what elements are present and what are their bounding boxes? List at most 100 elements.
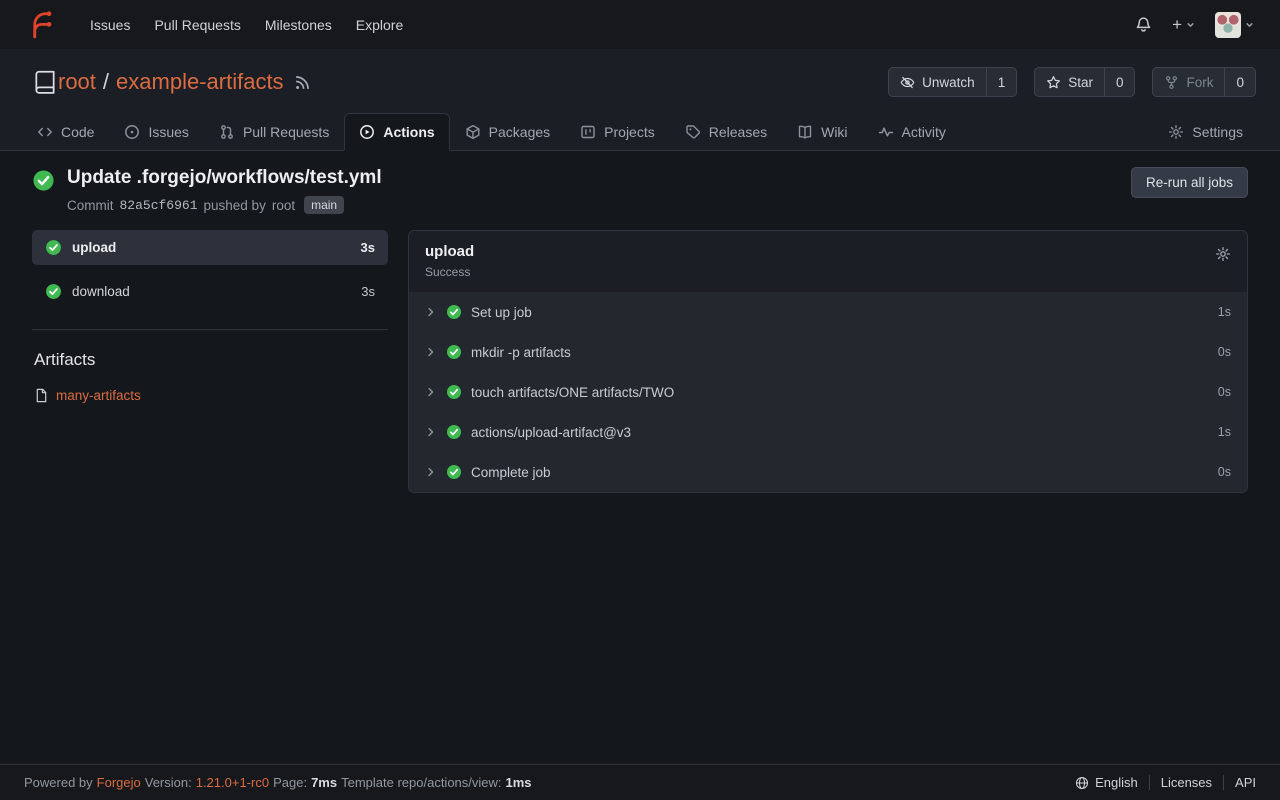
job-duration: 3s <box>361 240 375 255</box>
gear-icon <box>1168 124 1184 140</box>
notifications-button[interactable] <box>1135 16 1152 33</box>
stars-count[interactable]: 0 <box>1104 68 1135 96</box>
fork-button[interactable]: Fork 0 <box>1152 67 1256 97</box>
code-icon <box>37 124 53 140</box>
check-circle-icon <box>45 239 62 256</box>
job-name: upload <box>72 240 351 255</box>
chevron-right-icon <box>425 386 437 398</box>
job-options-button[interactable] <box>1215 246 1231 262</box>
language-label: English <box>1095 775 1138 790</box>
sidebar-divider <box>32 329 388 330</box>
tab-label: Code <box>61 124 94 140</box>
nav-link-explore[interactable]: Explore <box>344 0 415 49</box>
play-circle-icon <box>359 124 375 140</box>
language-selector[interactable]: English <box>1064 775 1149 790</box>
tab-packages[interactable]: Packages <box>450 113 565 151</box>
job-detail-panel: upload Success Set up j <box>408 230 1248 493</box>
project-board-icon <box>580 124 596 140</box>
actions-run-view: Update .forgejo/workflows/test.yml Commi… <box>0 151 1280 764</box>
tab-label: Actions <box>383 124 434 140</box>
artifact-link[interactable]: many-artifacts <box>56 388 141 403</box>
chevron-right-icon <box>425 306 437 318</box>
caret-down-icon <box>1245 20 1254 29</box>
plus-icon: + <box>1172 16 1182 33</box>
chevron-right-icon <box>425 346 437 358</box>
licenses-link[interactable]: Licenses <box>1149 775 1223 790</box>
footer-links: English Licenses API <box>1064 775 1256 790</box>
forgejo-logo-icon <box>26 10 56 40</box>
repo-action-buttons: Unwatch 1 Star 0 <box>888 67 1256 97</box>
check-circle-icon <box>446 424 462 440</box>
template-time-label: Template repo/actions/view: <box>341 775 501 790</box>
user-menu-dropdown[interactable] <box>1215 12 1254 38</box>
check-circle-icon <box>45 283 62 300</box>
forks-count[interactable]: 0 <box>1224 68 1255 96</box>
create-new-dropdown[interactable]: + <box>1172 16 1195 33</box>
fork-icon <box>1164 75 1179 90</box>
avatar <box>1215 12 1241 38</box>
tab-actions[interactable]: Actions <box>344 113 449 151</box>
step-row-touch-artifacts[interactable]: touch artifacts/ONE artifacts/TWO 0s <box>409 372 1247 412</box>
chevron-right-icon <box>425 466 437 478</box>
step-duration: 1s <box>1218 425 1231 439</box>
step-name: Complete job <box>471 465 551 480</box>
rss-button[interactable] <box>294 74 311 91</box>
job-duration: 3s <box>361 284 375 299</box>
tab-issues[interactable]: Issues <box>109 113 203 151</box>
issue-icon <box>124 124 140 140</box>
step-row-set-up-job[interactable]: Set up job 1s <box>409 292 1247 332</box>
pusher-link[interactable]: root <box>272 198 295 213</box>
unwatch-label: Unwatch <box>922 75 975 90</box>
repo-owner-link[interactable]: root <box>58 69 96 95</box>
tab-pull-requests[interactable]: Pull Requests <box>204 113 344 151</box>
forgejo-link[interactable]: Forgejo <box>97 775 141 790</box>
template-time-value: 1ms <box>506 775 532 790</box>
tab-activity[interactable]: Activity <box>863 113 961 151</box>
nav-link-pull-requests[interactable]: Pull Requests <box>142 0 252 49</box>
unwatch-button[interactable]: Unwatch 1 <box>888 67 1017 97</box>
nav-link-issues[interactable]: Issues <box>78 0 142 49</box>
run-header: Update .forgejo/workflows/test.yml Commi… <box>32 167 1248 214</box>
rerun-all-jobs-button[interactable]: Re-run all jobs <box>1131 167 1248 198</box>
artifacts-heading: Artifacts <box>34 350 388 370</box>
repo-name-link[interactable]: example-artifacts <box>116 69 284 95</box>
forgejo-logo[interactable] <box>26 10 56 40</box>
tab-settings[interactable]: Settings <box>1153 113 1258 151</box>
tag-icon <box>685 124 701 140</box>
gear-icon <box>1215 246 1231 262</box>
repo-icon <box>32 69 58 95</box>
tab-code[interactable]: Code <box>22 113 109 151</box>
caret-down-icon <box>1186 20 1195 29</box>
commit-sha-link[interactable]: 82a5cf6961 <box>120 198 198 213</box>
watchers-count[interactable]: 1 <box>986 68 1017 96</box>
eye-off-icon <box>900 75 915 90</box>
job-detail-status: Success <box>425 265 474 279</box>
run-title: Update .forgejo/workflows/test.yml <box>67 167 382 189</box>
step-row-upload-artifact[interactable]: actions/upload-artifact@v3 1s <box>409 412 1247 452</box>
tab-wiki[interactable]: Wiki <box>782 113 862 151</box>
star-label: Star <box>1068 75 1093 90</box>
check-circle-icon <box>446 304 462 320</box>
star-button[interactable]: Star 0 <box>1034 67 1135 97</box>
activity-icon <box>878 124 894 140</box>
footer-info: Powered by Forgejo Version: 1.21.0+1-rc0… <box>24 775 532 790</box>
api-link[interactable]: API <box>1223 775 1256 790</box>
tab-label: Settings <box>1192 124 1243 140</box>
powered-by-label: Powered by <box>24 775 93 790</box>
artifact-item[interactable]: many-artifacts <box>34 388 388 403</box>
nav-link-milestones[interactable]: Milestones <box>253 0 344 49</box>
tab-releases[interactable]: Releases <box>670 113 782 151</box>
tab-label: Projects <box>604 124 655 140</box>
tab-projects[interactable]: Projects <box>565 113 670 151</box>
check-circle-icon <box>446 344 462 360</box>
job-item-upload[interactable]: upload 3s <box>32 230 388 265</box>
jobs-sidebar: upload 3s download 3s Artifacts many-art… <box>32 230 388 403</box>
version-label: Version: <box>145 775 192 790</box>
step-row-complete-job[interactable]: Complete job 0s <box>409 452 1247 492</box>
chevron-right-icon <box>425 426 437 438</box>
version-link[interactable]: 1.21.0+1-rc0 <box>196 775 269 790</box>
step-row-mkdir[interactable]: mkdir -p artifacts 0s <box>409 332 1247 372</box>
tab-label: Issues <box>148 124 188 140</box>
job-item-download[interactable]: download 3s <box>32 274 388 309</box>
branch-badge[interactable]: main <box>304 196 344 214</box>
